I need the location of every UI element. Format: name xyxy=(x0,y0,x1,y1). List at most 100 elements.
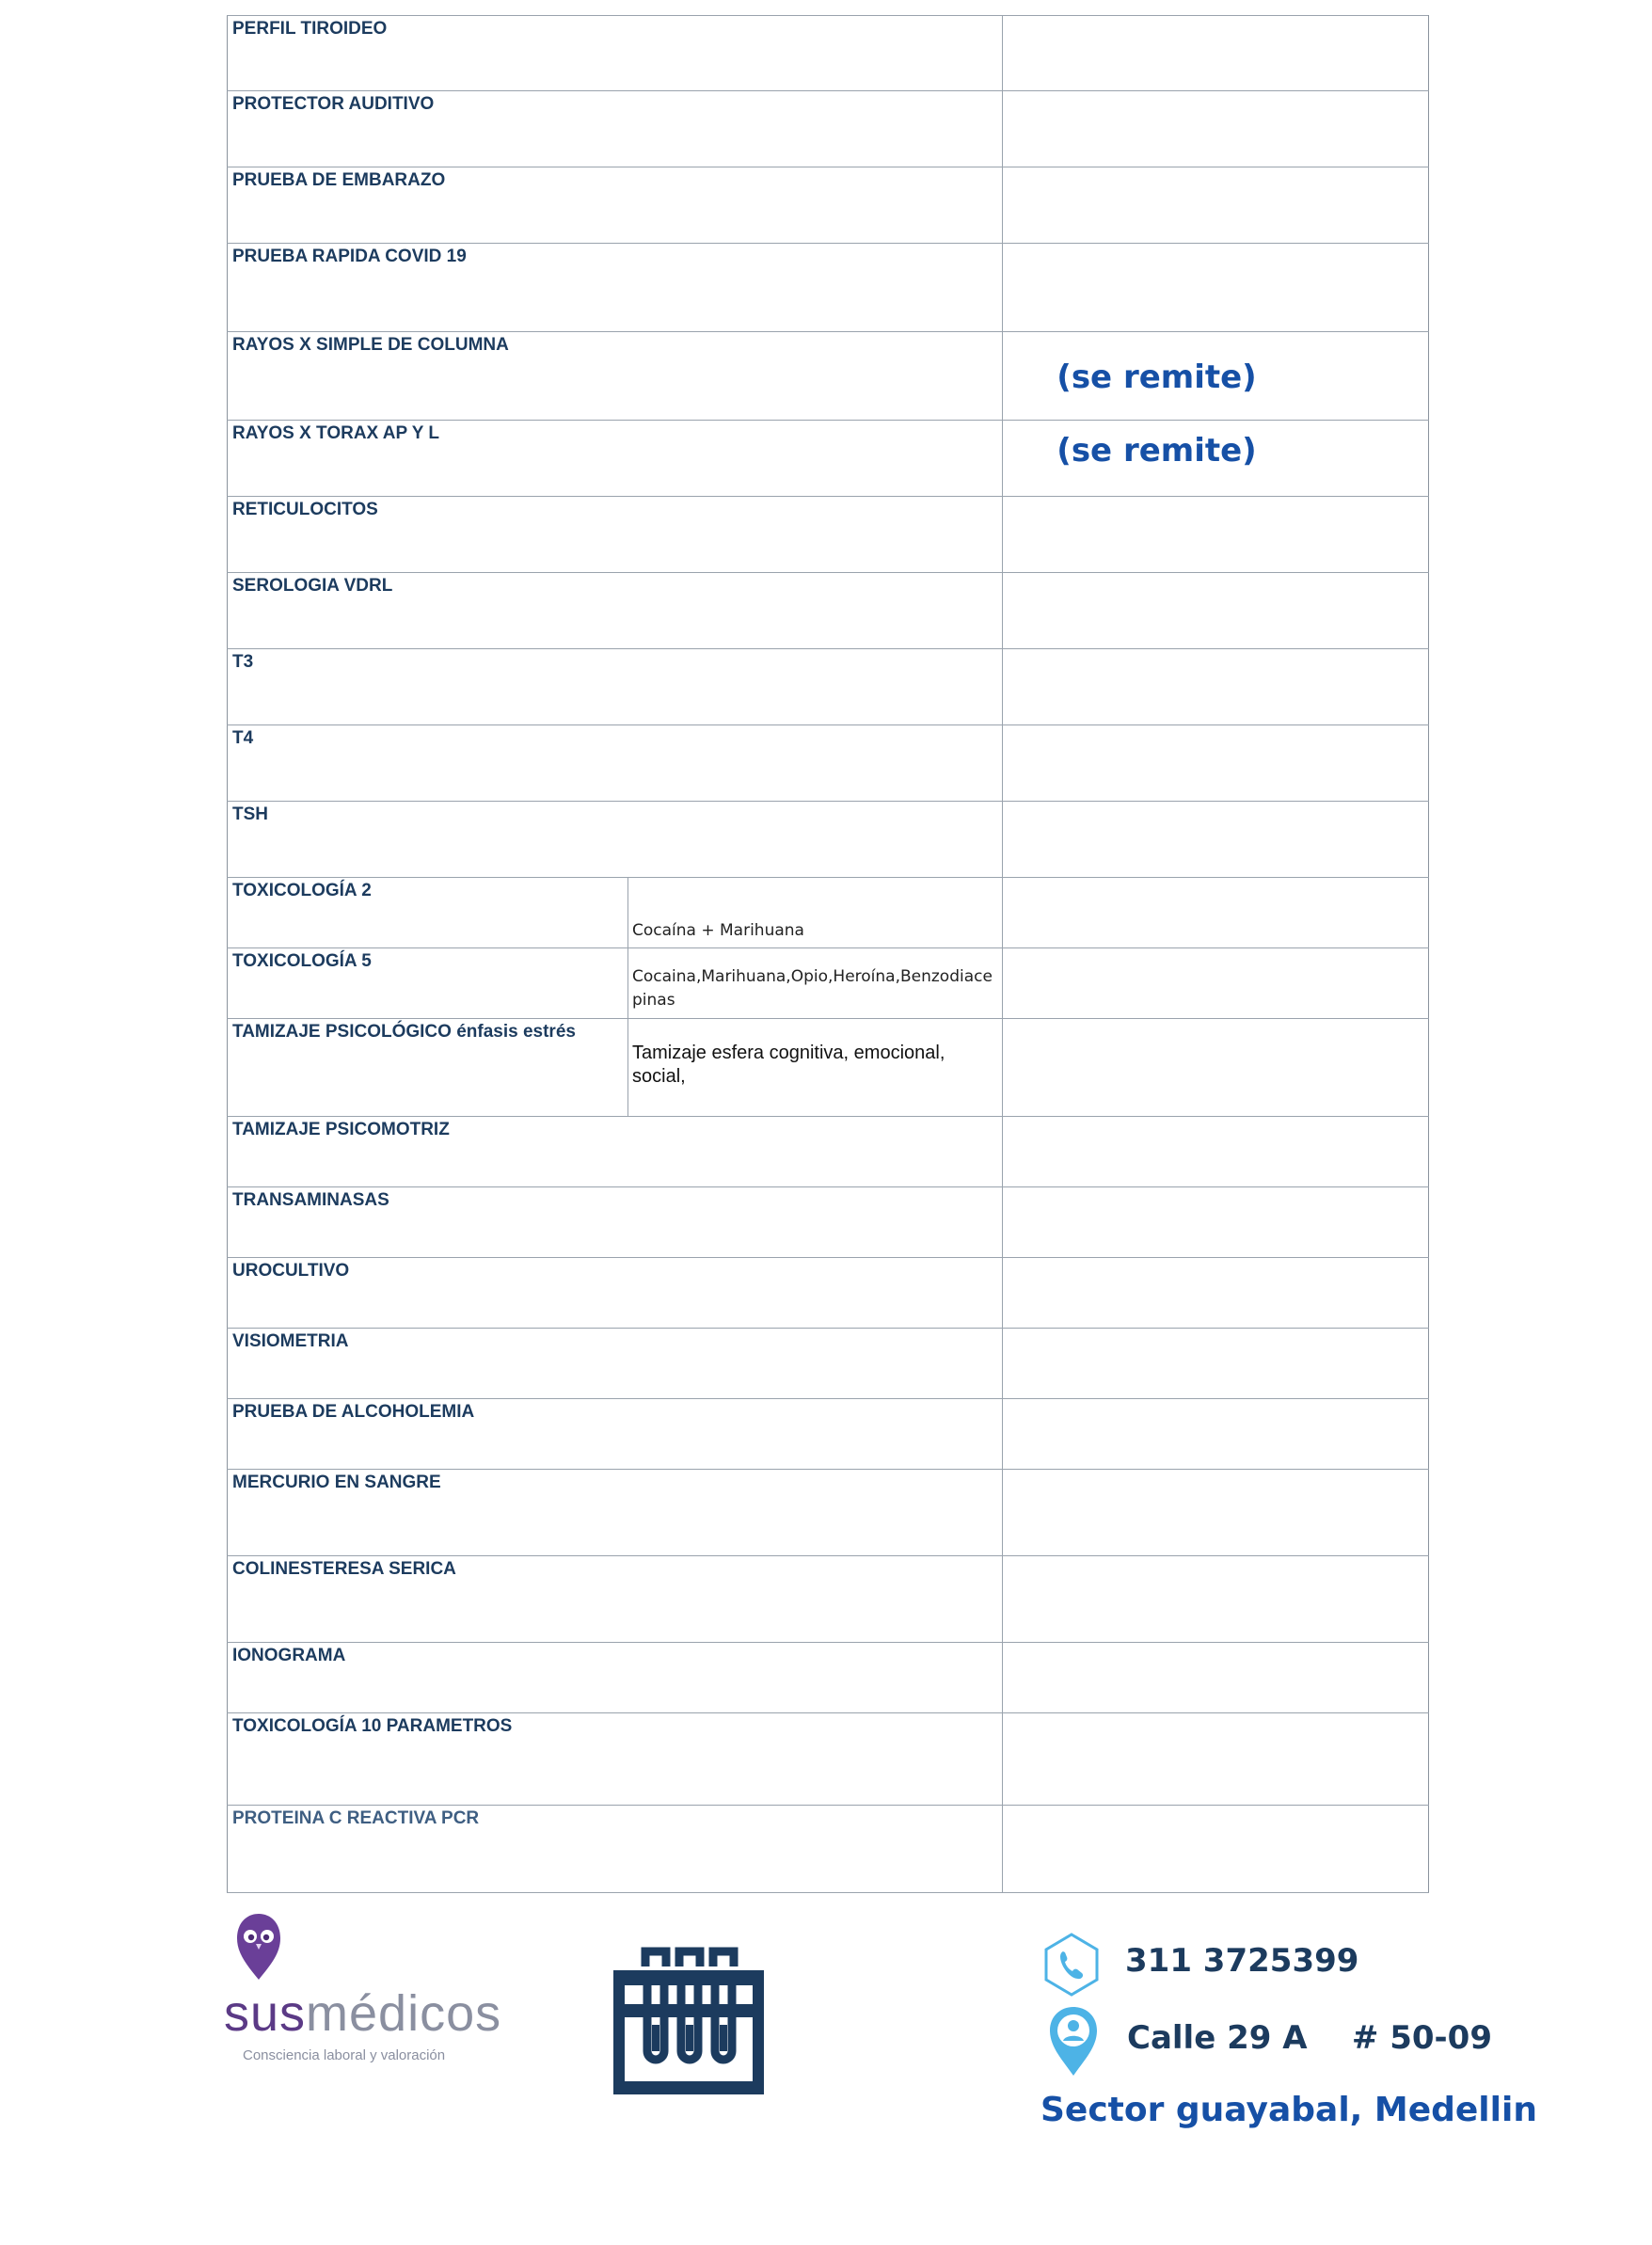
exam-row: PRUEBA DE EMBARAZO xyxy=(227,167,1429,244)
exam-name: PROTEINA C REACTIVA PCR xyxy=(232,1808,480,1828)
exam-note-cell xyxy=(1002,1018,1429,1117)
exam-name: PRUEBA RAPIDA COVID 19 xyxy=(232,247,467,266)
exam-name: TOXICOLOGÍA 10 PARAMETROS xyxy=(232,1716,513,1736)
exam-row: SEROLOGIA VDRL xyxy=(227,572,1429,649)
exam-row: TOXICOLOGÍA 10 PARAMETROS xyxy=(227,1712,1429,1806)
exam-row: T4 xyxy=(227,724,1429,802)
phone-number: 311 3725399 xyxy=(1125,1942,1359,1980)
exam-detail-cell: Tamizaje esfera cognitiva, emocional, so… xyxy=(627,1018,1003,1117)
exam-note-cell xyxy=(1002,801,1429,878)
exam-name: IONOGRAMA xyxy=(232,1646,346,1665)
exam-name: PRUEBA DE ALCOHOLEMIA xyxy=(232,1402,475,1422)
exam-note-cell xyxy=(1002,243,1429,332)
exam-name-cell: T3 xyxy=(227,648,1003,725)
exam-name-cell: SEROLOGIA VDRL xyxy=(227,572,1003,649)
exam-row: PRUEBA DE ALCOHOLEMIA xyxy=(227,1398,1429,1470)
exam-name: PROTECTOR AUDITIVO xyxy=(232,94,435,114)
exam-row: TAMIZAJE PSICOMOTRIZ xyxy=(227,1116,1429,1187)
exam-row: MERCURIO EN SANGRE xyxy=(227,1469,1429,1556)
exam-note-cell xyxy=(1002,1398,1429,1470)
exam-note-cell: (se remite) xyxy=(1002,420,1429,497)
exam-name: TAMIZAJE PSICOLÓGICO énfasis estrés xyxy=(232,1022,576,1042)
exam-name: RAYOS X SIMPLE DE COLUMNA xyxy=(232,335,509,355)
exam-name-cell: IONOGRAMA xyxy=(227,1642,1003,1713)
exam-name: PERFIL TIROIDEO xyxy=(232,19,388,39)
exam-name-cell: COLINESTERESA SERICA xyxy=(227,1555,1003,1643)
exam-row: RAYOS X TORAX AP Y L (se remite) xyxy=(227,420,1429,497)
brand-tagline: Consciencia laboral y valoración xyxy=(243,2047,446,2063)
exam-note-cell xyxy=(1002,167,1429,244)
address-text: Calle 29 A # 50-09 xyxy=(1127,2019,1492,2057)
exam-note-cell xyxy=(1002,90,1429,167)
exam-name-cell: RETICULOCITOS xyxy=(227,496,1003,573)
exam-name: TAMIZAJE PSICOMOTRIZ xyxy=(232,1120,450,1139)
exam-name: TOXICOLOGÍA 2 xyxy=(232,881,372,900)
test-tubes-icon xyxy=(613,1947,764,2094)
exam-row: VISIOMETRIA xyxy=(227,1328,1429,1399)
exam-name-cell: PRUEBA RAPIDA COVID 19 xyxy=(227,243,1003,332)
remite-note: (se remite) xyxy=(1056,432,1257,470)
exam-name-cell: TOXICOLOGÍA 2 xyxy=(227,877,628,948)
exam-row: PERFIL TIROIDEO xyxy=(227,15,1429,91)
exam-name: SEROLOGIA VDRL xyxy=(232,576,393,596)
exam-name-cell: T4 xyxy=(227,724,1003,802)
exam-name: TSH xyxy=(232,804,268,824)
exam-row: PROTECTOR AUDITIVO xyxy=(227,90,1429,167)
phone-icon xyxy=(1044,1933,1099,1997)
exam-row: COLINESTERESA SERICA xyxy=(227,1555,1429,1643)
brand-prefix: sus xyxy=(224,1985,307,2042)
exam-note-cell xyxy=(1002,1257,1429,1329)
exam-note-cell xyxy=(1002,1712,1429,1806)
exam-row: TOXICOLOGÍA 5 Cocaina,Marihuana,Opio,Hero… xyxy=(227,947,1429,1019)
exam-row: PROTEINA C REACTIVA PCR xyxy=(227,1805,1429,1893)
exam-name-cell: MERCURIO EN SANGRE xyxy=(227,1469,1003,1556)
exam-name-cell: RAYOS X SIMPLE DE COLUMNA xyxy=(227,331,1003,421)
exam-name: T3 xyxy=(232,652,254,672)
location-pin-icon xyxy=(1050,2007,1097,2076)
exam-row: PRUEBA RAPIDA COVID 19 xyxy=(227,243,1429,332)
exam-row: TRANSAMINASAS xyxy=(227,1186,1429,1258)
brand-suffix: médicos xyxy=(306,1985,502,2042)
exam-row: TSH xyxy=(227,801,1429,878)
exam-note-cell xyxy=(1002,1642,1429,1713)
exam-row: TOXICOLOGÍA 2 Cocaína + Marihuana xyxy=(227,877,1429,948)
exam-name: PRUEBA DE EMBARAZO xyxy=(232,170,446,190)
brand-name: susmédicos xyxy=(224,1985,501,2042)
exam-name-cell: TAMIZAJE PSICOMOTRIZ xyxy=(227,1116,1003,1187)
exam-name: UROCULTIVO xyxy=(232,1261,350,1281)
exam-name: RETICULOCITOS xyxy=(232,500,378,519)
exam-name-cell: PROTEINA C REACTIVA PCR xyxy=(227,1805,1003,1893)
exam-name-cell: TAMIZAJE PSICOLÓGICO énfasis estrés xyxy=(227,1018,628,1117)
exam-name: TRANSAMINASAS xyxy=(232,1190,389,1210)
exam-name: VISIOMETRIA xyxy=(232,1331,349,1351)
exam-name-cell: PRUEBA DE EMBARAZO xyxy=(227,167,1003,244)
exam-name-cell: PROTECTOR AUDITIVO xyxy=(227,90,1003,167)
exam-note-cell xyxy=(1002,1328,1429,1399)
exam-note-cell xyxy=(1002,877,1429,948)
exam-name: MERCURIO EN SANGRE xyxy=(232,1473,441,1492)
exam-detail-cell: Cocaína + Marihuana xyxy=(627,877,1003,948)
exam-row: RETICULOCITOS xyxy=(227,496,1429,573)
exam-name-cell: TOXICOLOGÍA 10 PARAMETROS xyxy=(227,1712,1003,1806)
exam-name-cell: PRUEBA DE ALCOHOLEMIA xyxy=(227,1398,1003,1470)
exam-note-cell xyxy=(1002,1805,1429,1893)
exam-note-cell xyxy=(1002,572,1429,649)
exam-note-cell xyxy=(1002,1555,1429,1643)
exam-note-cell xyxy=(1002,15,1429,91)
exam-name-cell: VISIOMETRIA xyxy=(227,1328,1003,1399)
exam-row: T3 xyxy=(227,648,1429,725)
exam-name: TOXICOLOGÍA 5 xyxy=(232,951,372,971)
exam-name-cell: TOXICOLOGÍA 5 xyxy=(227,947,628,1019)
exam-note-cell xyxy=(1002,947,1429,1019)
exam-note-cell xyxy=(1002,496,1429,573)
exam-name-cell: RAYOS X TORAX AP Y L xyxy=(227,420,1003,497)
address: Calle 29 A # 50-09 xyxy=(1127,2019,1492,2057)
exam-name-cell: TRANSAMINASAS xyxy=(227,1186,1003,1258)
exam-note-cell xyxy=(1002,1186,1429,1258)
exam-note-cell xyxy=(1002,724,1429,802)
exam-table-body: PERFIL TIROIDEO PROTECTOR AUDITIVO PRUEBA … xyxy=(227,15,1429,1893)
exam-name: T4 xyxy=(232,728,254,748)
exam-note-cell xyxy=(1002,1116,1429,1187)
exam-name-cell: UROCULTIVO xyxy=(227,1257,1003,1329)
exam-detail-cell: Cocaina,Marihuana,Opio,Heroína,Benzodiac… xyxy=(627,947,1003,1019)
